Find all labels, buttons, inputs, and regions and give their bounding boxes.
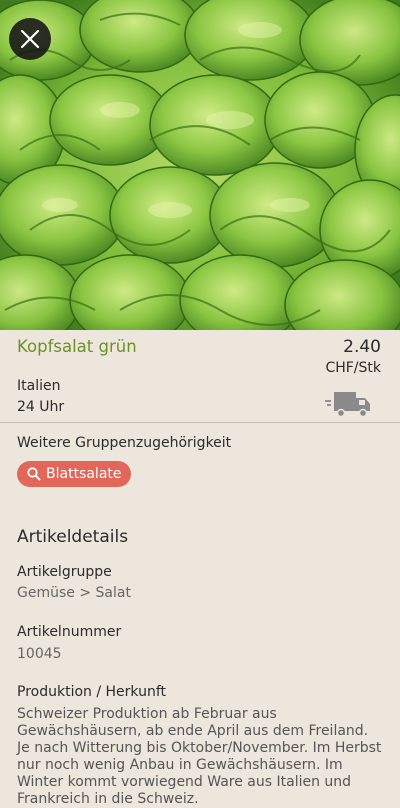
product-price: 2.40 [343,337,381,357]
details-title: Artikeldetails [17,527,129,547]
delivery-time: 24 Uhr [17,399,65,415]
close-button[interactable] [9,18,51,60]
close-icon [20,29,40,49]
article-group-label: Artikelgruppe [17,564,112,580]
search-icon [27,467,41,481]
divider [0,422,400,423]
article-number-value: 10045 [17,646,62,662]
product-image [0,0,400,330]
price-unit: CHF/Stk [325,360,381,376]
product-header: Kopfsalat grün 2.40 CHF/Stk Italien 24 U… [0,330,400,422]
article-number-label: Artikelnummer [17,624,122,640]
group-chip-blattsalate[interactable]: Blattsalate [17,461,131,487]
chip-label: Blattsalate [46,466,122,482]
groups-title: Weitere Gruppenzugehörigkeit [17,435,232,451]
delivery-truck-icon [324,390,374,424]
product-origin: Italien [17,378,61,394]
article-group-value: Gemüse > Salat [17,585,131,601]
production-label: Produktion / Herkunft [17,684,167,700]
product-name: Kopfsalat grün [17,337,137,356]
lettuce-photo [0,0,400,330]
production-text: Schweizer Produktion ab Februar aus Gewä… [17,706,382,807]
